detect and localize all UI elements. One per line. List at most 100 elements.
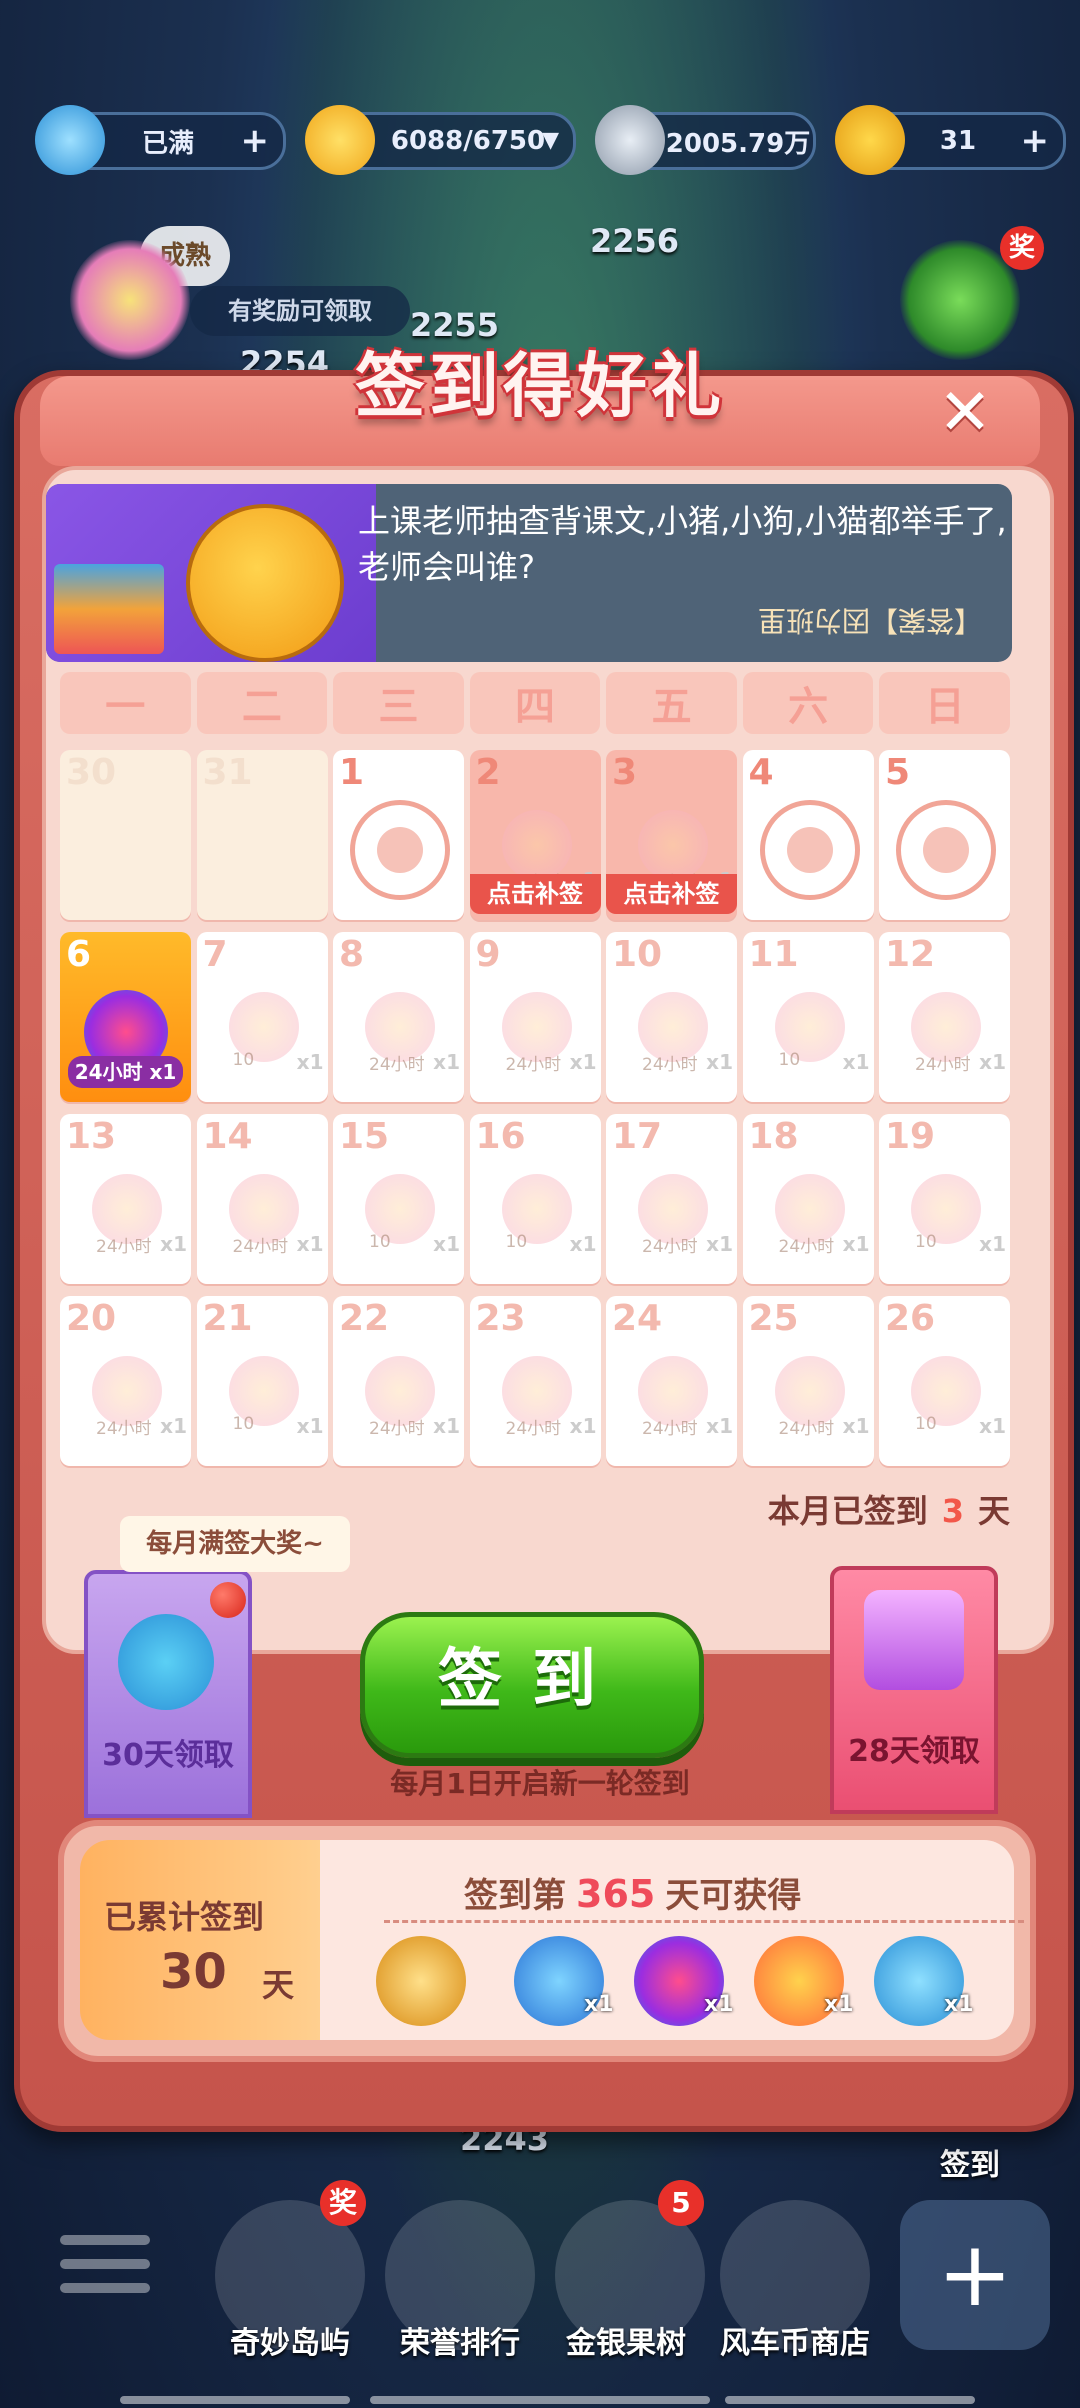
calendar-day-cell: 30 xyxy=(60,750,191,920)
reward-qty: x1 xyxy=(704,1992,734,2017)
day-number: 23 xyxy=(475,1298,526,1339)
quiz-banner: 上课老师抽查背课文,小猪,小狗,小猫都举手了,老师会叫谁? 【答案】因为班里 xyxy=(46,484,1012,662)
reward-duration-label: 24小时 xyxy=(642,1419,698,1439)
gold-value: 31 xyxy=(939,126,977,156)
calendar-day-cell: 1 xyxy=(333,750,464,920)
month-summary-suffix: 天 xyxy=(977,1492,1010,1530)
month-signed-count: 3 xyxy=(941,1492,964,1530)
paw-stamp-icon xyxy=(350,800,450,900)
add-energy-icon[interactable]: + xyxy=(241,121,270,161)
nav-label: 荣誉排行 xyxy=(400,2326,520,2361)
star-icon xyxy=(305,105,375,175)
goal-prefix: 签到第 xyxy=(464,1876,566,1916)
day-number: 12 xyxy=(885,934,936,975)
energy-value: 已满 xyxy=(141,128,194,159)
reward-quantity: x1 xyxy=(433,1414,460,1438)
reward-duration-label: 24小时 xyxy=(642,1055,698,1075)
day-number: 24 xyxy=(612,1298,663,1339)
weekday-sun: 日 xyxy=(879,672,1011,734)
calendar-day-cell: 17 24小时 x1 xyxy=(606,1114,737,1284)
goal-suffix: 天可获得 xyxy=(665,1876,802,1916)
calendar-day-cell[interactable]: 6 24小时 x1 xyxy=(60,932,191,1102)
day-number: 6 xyxy=(66,934,92,975)
reward-available-banner[interactable]: 有奖励可领取 xyxy=(190,286,410,336)
calendar-day-cell: 14 24小时 x1 xyxy=(196,1114,328,1284)
calendar-day-cell: 18 24小时 x1 xyxy=(742,1114,874,1284)
gift-box-icon xyxy=(864,1590,964,1690)
close-icon[interactable]: ✕ xyxy=(930,378,1000,448)
mystery-avatar-icon xyxy=(376,1936,466,2026)
notification-dot xyxy=(210,1582,246,1618)
calendar-day-cell[interactable]: 224小时x1点击补签 xyxy=(469,750,601,920)
calendar-day-cell: 4 xyxy=(742,750,874,920)
reward-duration-label: 10 xyxy=(778,1050,801,1070)
day-number: 8 xyxy=(339,934,365,975)
day-number: 13 xyxy=(66,1116,117,1157)
weekday-thu: 四 xyxy=(469,672,601,734)
day-number: 19 xyxy=(885,1116,936,1157)
reward-duration-label: 24小时 xyxy=(778,1237,835,1257)
day-number: 9 xyxy=(475,934,501,975)
day-number: 25 xyxy=(748,1298,799,1339)
reward-duration-label: 10 xyxy=(915,1232,937,1252)
level-node-2256[interactable]: 2256 xyxy=(590,222,679,260)
nav-badge: 奖 xyxy=(320,2180,366,2226)
cowboy-pet-icon xyxy=(118,1614,214,1710)
reward-duration-label: 24小时 xyxy=(778,1419,835,1439)
calendar-day-cell: 22 24小时 x1 xyxy=(333,1296,464,1466)
reward-duration-label: 24小时 xyxy=(96,1237,152,1257)
cumulative-unit: 天 xyxy=(262,1966,295,2004)
star-counter[interactable]: 6088/6750 ▼ xyxy=(305,105,576,175)
day-number: 7 xyxy=(202,934,228,975)
calendar-day-cell: 7 10 x1 xyxy=(196,932,328,1102)
day-number: 26 xyxy=(885,1298,936,1339)
nav-label: 金银果树 xyxy=(566,2326,686,2361)
reward-quantity: x1 xyxy=(433,1050,460,1074)
month-summary: 本月已签到 3 天 xyxy=(768,1486,1010,1532)
reward-quantity: x1 xyxy=(979,1232,1006,1256)
nav-badge: 5 xyxy=(658,2180,704,2226)
reward-quantity: x1 xyxy=(433,1232,460,1256)
calendar-day-cell: 16 10 x1 xyxy=(469,1114,601,1284)
add-icon[interactable]: + xyxy=(900,2200,1050,2350)
calendar-day-cell: 21 10 x1 xyxy=(196,1296,328,1466)
day-number: 14 xyxy=(202,1116,253,1157)
reward-quantity: x1 xyxy=(706,1050,733,1074)
day-number: 31 xyxy=(202,752,253,793)
weekday-tue: 二 xyxy=(196,672,328,734)
reward-badge: 奖 xyxy=(1000,226,1044,270)
makeup-sign-button[interactable]: 点击补签 xyxy=(469,874,601,914)
day-number: 4 xyxy=(748,752,774,793)
reward-duration-label: 24小时 xyxy=(96,1419,152,1439)
energy-counter[interactable]: 已满 + xyxy=(35,105,286,175)
day-number: 15 xyxy=(339,1116,390,1157)
lightning-icon xyxy=(35,105,105,175)
checkin-side-label[interactable]: 签到 xyxy=(940,2140,1000,2184)
chevron-down-icon[interactable]: ▼ xyxy=(542,121,559,161)
reward-qty: x1 xyxy=(944,1992,974,2017)
day-number: 3 xyxy=(612,752,638,793)
reward-duration-label: 24小时 x1 xyxy=(68,1056,183,1088)
calendar-day-cell: 11 10 x1 xyxy=(742,932,874,1102)
day-number: 2 xyxy=(475,752,501,793)
cumulative-days: 30 xyxy=(160,1944,227,2000)
reward-quantity: x1 xyxy=(569,1232,597,1256)
quiz-answer: 【答案】因为班里 xyxy=(757,604,982,637)
makeup-sign-button[interactable]: 点击补签 xyxy=(606,874,737,914)
add-gold-icon[interactable]: + xyxy=(1021,121,1050,161)
day-number: 16 xyxy=(475,1116,526,1157)
gold-counter[interactable]: 31 + xyxy=(835,105,1066,175)
reward-quantity: x1 xyxy=(569,1414,597,1438)
calendar-day-cell[interactable]: 324小时x1点击补签 xyxy=(606,750,737,920)
dialog-title: 签到得好礼 xyxy=(355,345,725,427)
reward-quantity: x1 xyxy=(842,1232,870,1256)
gold-coin-icon xyxy=(835,105,905,175)
coin-counter[interactable]: 2005.79万 xyxy=(595,105,816,175)
menu-icon[interactable] xyxy=(60,2235,150,2315)
reward-quantity: x1 xyxy=(296,1414,324,1438)
chick-teacher-icon xyxy=(186,504,344,662)
sign-in-button[interactable]: 签到 xyxy=(360,1612,704,1758)
reward-quantity: x1 xyxy=(706,1232,733,1256)
day-number: 20 xyxy=(66,1298,117,1339)
nav-label: 风车币商店 xyxy=(720,2326,870,2361)
